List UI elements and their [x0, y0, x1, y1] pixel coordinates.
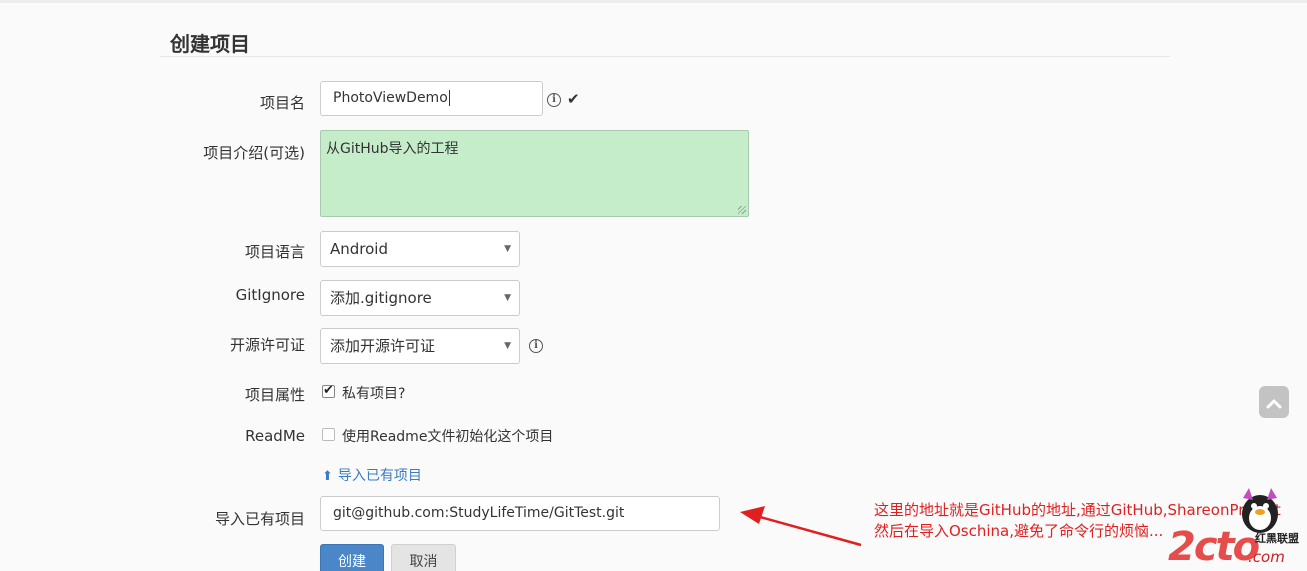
- project-language-label: 项目语言: [244, 243, 305, 261]
- readme-init-checkbox[interactable]: [322, 428, 335, 441]
- license-select[interactable]: 添加开源许可证 ▼: [320, 328, 520, 364]
- text-caret: [448, 90, 450, 106]
- project-language-select[interactable]: Android ▼: [320, 231, 520, 267]
- annotation-line-1: 这里的地址就是GitHub的地址,通过GitHub,ShareonProject: [874, 501, 1281, 519]
- readme-init-text: 使用Readme文件初始化这个项目: [342, 429, 554, 445]
- checkmark-icon: ✔: [567, 90, 580, 108]
- info-icon[interactable]: i: [547, 93, 561, 107]
- dropdown-arrow-icon: ▼: [504, 293, 511, 303]
- project-name-value: PhotoViewDemo: [333, 90, 448, 106]
- import-url-label: 导入已有项目: [214, 510, 305, 528]
- annotation-arrow: [740, 506, 862, 547]
- upload-icon: ⬆: [322, 469, 333, 484]
- license-info-icon[interactable]: i: [529, 339, 543, 353]
- scroll-top-button[interactable]: [1259, 386, 1289, 418]
- watermark-brand: 2cto: [1168, 524, 1260, 570]
- project-description-label: 项目介绍(可选): [203, 144, 305, 162]
- page-title: 创建项目: [170, 32, 250, 56]
- project-attributes-label: 项目属性: [244, 386, 305, 404]
- license-selected: 添加开源许可证: [330, 337, 436, 355]
- watermark-suffix: .com: [1248, 548, 1285, 566]
- import-url-value: git@github.com:StudyLifeTime/GitTest.git: [333, 505, 625, 521]
- create-button[interactable]: 创建: [320, 544, 384, 571]
- project-name-label: 项目名: [259, 94, 305, 112]
- private-project-text: 私有项目?: [342, 386, 406, 402]
- watermark-union: 红黑联盟: [1255, 532, 1299, 545]
- private-project-checkbox[interactable]: [322, 383, 335, 398]
- dropdown-arrow-icon: ▼: [504, 244, 511, 254]
- gitignore-select[interactable]: 添加.gitignore ▼: [320, 280, 520, 316]
- gitignore-selected: 添加.gitignore: [330, 289, 432, 307]
- project-name-input[interactable]: PhotoViewDemo: [320, 81, 543, 116]
- license-label: 开源许可证: [229, 336, 305, 354]
- resize-grip[interactable]: [738, 206, 746, 214]
- cancel-button[interactable]: 取消: [391, 544, 456, 571]
- project-language-selected: Android: [330, 240, 388, 258]
- import-url-input[interactable]: git@github.com:StudyLifeTime/GitTest.git: [320, 496, 720, 531]
- chevron-up-icon: [1266, 399, 1282, 408]
- project-description-value: 从GitHub导入的工程: [326, 141, 459, 157]
- gitignore-label: GitIgnore: [235, 286, 305, 304]
- import-link-text: 导入已有项目: [337, 468, 422, 484]
- import-existing-link[interactable]: ⬆ 导入已有项目: [322, 465, 422, 485]
- title-divider: [160, 56, 1170, 57]
- dropdown-arrow-icon: ▼: [504, 341, 511, 351]
- top-border: [0, 0, 1307, 3]
- project-description-textarea[interactable]: 从GitHub导入的工程: [320, 130, 749, 217]
- create-project-page: 创建项目 项目名 PhotoViewDemo i ✔ 项目介绍(可选) 从Git…: [0, 0, 1307, 571]
- readme-label: ReadMe: [245, 427, 305, 445]
